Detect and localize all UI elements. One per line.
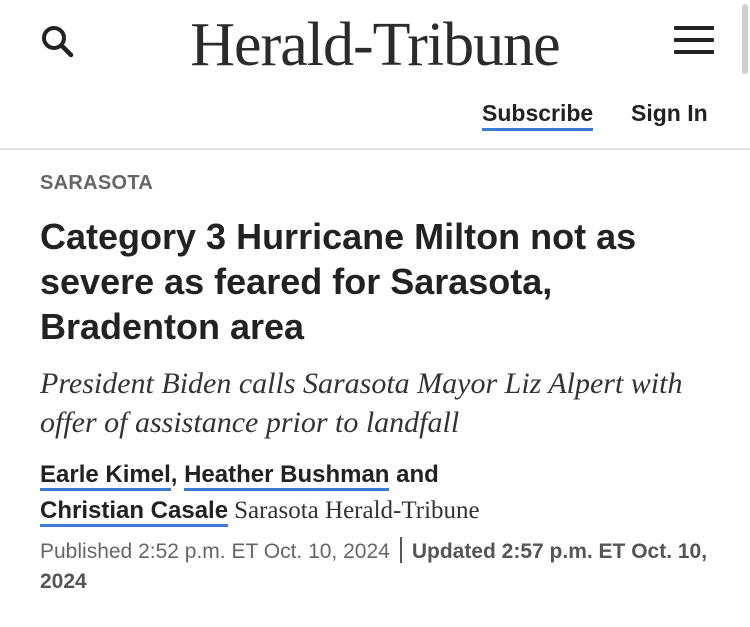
site-logo[interactable]: Herald-Tribune [0, 10, 750, 81]
author-link[interactable]: Earle Kimel [40, 461, 171, 491]
hamburger-menu-icon[interactable] [674, 26, 714, 56]
published-timestamp: Published 2:52 p.m. ET Oct. 10, 2024 [40, 540, 390, 563]
menu-bar [674, 50, 714, 54]
byline-source: Sarasota Herald-Tribune [234, 497, 480, 524]
article-page: Herald-Tribune Subscribe Sign In SARASOT… [0, 0, 750, 627]
byline: Earle Kimel, Heather Bushman and Christi… [40, 457, 720, 529]
menu-bar [674, 26, 714, 30]
article-headline: Category 3 Hurricane Milton not as sever… [40, 216, 637, 347]
menu-bar [674, 38, 714, 42]
subscribe-link[interactable]: Subscribe [482, 100, 594, 131]
article-subhead: President Biden calls Sarasota Mayor Liz… [40, 367, 683, 439]
section-label[interactable]: SARASOTA [40, 172, 153, 195]
dateline-divider [399, 537, 402, 563]
scrollbar-thumb[interactable] [742, 4, 748, 74]
dateline: Published 2:52 p.m. ET Oct. 10, 2024 Upda… [40, 537, 730, 597]
sign-in-link[interactable]: Sign In [631, 100, 708, 127]
byline-and: and [396, 461, 439, 488]
byline-comma: , [170, 461, 178, 488]
author-link[interactable]: Christian Casale [40, 497, 229, 527]
author-link[interactable]: Heather Bushman [184, 461, 390, 491]
site-header: Herald-Tribune Subscribe Sign In [0, 0, 750, 150]
